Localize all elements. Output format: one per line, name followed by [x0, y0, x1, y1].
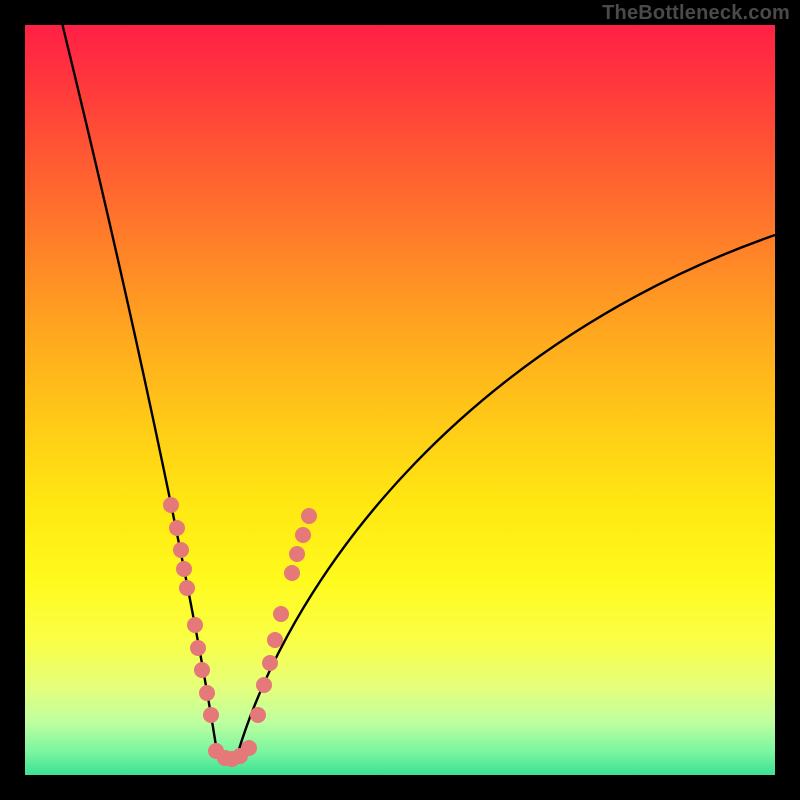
- data-point: [295, 527, 311, 543]
- data-point: [241, 740, 257, 756]
- data-point: [199, 685, 215, 701]
- chart-stage: TheBottleneck.com: [0, 0, 800, 800]
- data-point: [273, 606, 289, 622]
- data-point: [190, 640, 206, 656]
- data-point: [187, 617, 203, 633]
- data-point: [289, 546, 305, 562]
- data-point: [173, 542, 189, 558]
- bottleneck-curve: [25, 25, 775, 775]
- data-point: [301, 508, 317, 524]
- data-point: [284, 565, 300, 581]
- data-point: [203, 707, 219, 723]
- data-point: [169, 520, 185, 536]
- data-point: [262, 655, 278, 671]
- data-point: [176, 561, 192, 577]
- data-point: [194, 662, 210, 678]
- plot-area: [25, 25, 775, 775]
- data-point: [267, 632, 283, 648]
- watermark-text: TheBottleneck.com: [602, 2, 790, 25]
- data-point: [250, 707, 266, 723]
- data-point: [179, 580, 195, 596]
